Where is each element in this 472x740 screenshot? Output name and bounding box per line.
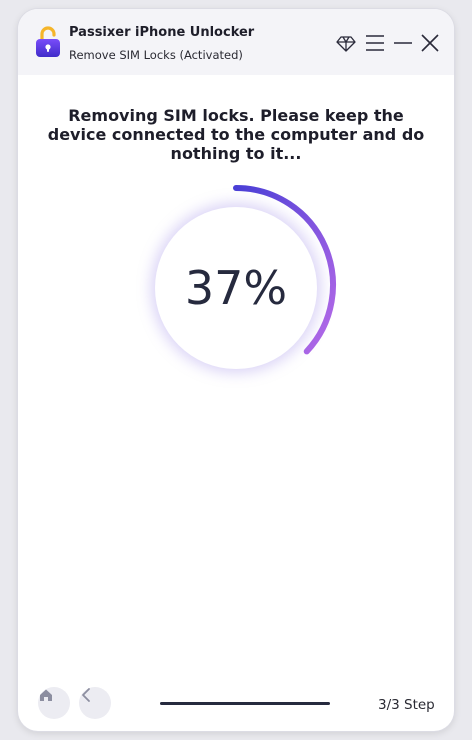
diamond-icon[interactable] [336,33,356,53]
app-title: Passixer iPhone Unlocker [69,25,255,40]
progress-percent: 37% [184,261,288,315]
minimize-icon[interactable] [393,33,413,53]
progress-ring: 37% [130,179,342,391]
unlock-padlock-icon [35,26,61,58]
close-icon[interactable] [420,33,440,53]
app-window: Passixer iPhone Unlocker Remove SIM Lock… [18,9,454,731]
menu-icon[interactable] [365,33,385,53]
step-label: 3/3 Step [378,697,435,713]
title-bar: Passixer iPhone Unlocker Remove SIM Lock… [18,9,454,75]
back-button[interactable] [79,687,111,719]
home-button[interactable] [38,687,70,719]
app-subtitle: Remove SIM Locks (Activated) [69,48,243,62]
step-indicator-bar [160,702,330,705]
progress-message: Removing SIM locks. Please keep the devi… [47,106,425,163]
